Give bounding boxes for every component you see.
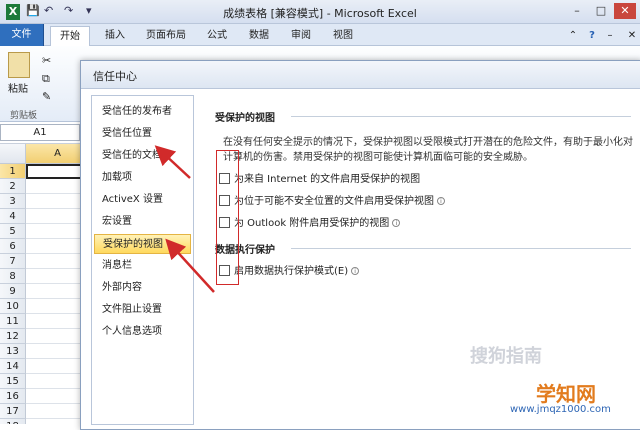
annotation-arrow <box>154 145 191 179</box>
annotation-arrow <box>165 238 215 293</box>
site-logo: 学知网 <box>536 382 596 406</box>
sogou-watermark: 搜狗指南 <box>470 346 542 367</box>
site-url: www.jmqz1000.com <box>510 404 611 415</box>
annotation-arrows <box>154 145 215 293</box>
